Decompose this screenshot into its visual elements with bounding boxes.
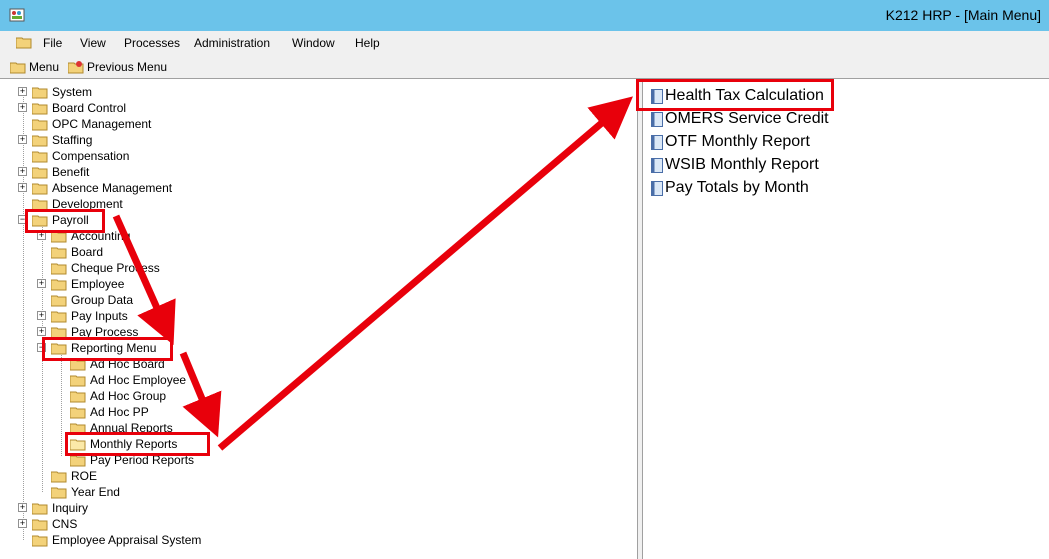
report-item-omers-service-credit[interactable]: OMERS Service Credit [651, 108, 829, 130]
document-icon [651, 157, 663, 173]
folder-icon [32, 119, 48, 130]
tree-item-opc-management[interactable]: OPC Management [18, 116, 151, 132]
tree-item-absence-management[interactable]: + Absence Management [18, 180, 172, 196]
document-icon [651, 180, 663, 196]
report-item-pay-totals-by-month[interactable]: Pay Totals by Month [651, 177, 809, 199]
toolbar: Menu Previous Menu [0, 55, 1049, 79]
folder-icon [51, 311, 67, 322]
folder-icon [32, 167, 48, 178]
tree-item-ad-hoc-pp[interactable]: Ad Hoc PP [56, 404, 149, 420]
tree-item-employee-appraisal-system[interactable]: Employee Appraisal System [18, 532, 201, 548]
report-item-otf-monthly-report[interactable]: OTF Monthly Report [651, 131, 810, 153]
tree-item-roe[interactable]: ROE [37, 468, 97, 484]
menu-view[interactable]: View [80, 36, 106, 50]
expand-icon[interactable]: + [18, 87, 27, 96]
highlight-payroll [25, 209, 105, 233]
menu-button-label: Menu [29, 60, 60, 74]
expand-icon[interactable]: + [18, 183, 27, 192]
menu-administration[interactable]: Administration [194, 36, 270, 50]
folder-icon [51, 263, 67, 274]
document-icon [651, 111, 663, 127]
previous-folder-icon [68, 61, 84, 74]
folder-icon[interactable] [16, 36, 32, 49]
title-bar: K212 HRP - [Main Menu] [0, 0, 1049, 31]
folder-icon [70, 407, 86, 418]
expand-icon[interactable]: + [18, 135, 27, 144]
highlight-health-tax-calculation [636, 79, 834, 111]
folder-icon [32, 519, 48, 530]
tree-item-benefit[interactable]: + Benefit [18, 164, 89, 180]
expand-icon[interactable]: + [18, 103, 27, 112]
tree-item-employee[interactable]: + Employee [37, 276, 124, 292]
tree-item-system[interactable]: + System [18, 84, 92, 100]
expand-icon[interactable]: + [37, 279, 46, 288]
previous-menu-button-label: Previous Menu [87, 60, 168, 74]
folder-icon [32, 183, 48, 194]
previous-menu-button[interactable]: Previous Menu [68, 59, 167, 75]
folder-icon [10, 62, 26, 73]
tree-item-board-control[interactable]: + Board Control [18, 100, 126, 116]
menu-help[interactable]: Help [355, 36, 380, 50]
tree-item-ad-hoc-employee[interactable]: Ad Hoc Employee [56, 372, 186, 388]
reports-list: Health Tax Calculation OMERS Service Cre… [643, 80, 1049, 559]
folder-icon [51, 471, 67, 482]
folder-icon [32, 103, 48, 114]
window-title: K212 HRP - [Main Menu] [885, 7, 1041, 23]
tree-item-cheque-process[interactable]: Cheque Process [37, 260, 160, 276]
tree-item-ad-hoc-group[interactable]: Ad Hoc Group [56, 388, 166, 404]
folder-icon [70, 375, 86, 386]
expand-icon[interactable]: + [37, 327, 46, 336]
highlight-reporting-menu [42, 337, 173, 361]
menu-file[interactable]: File [43, 36, 62, 50]
expand-icon[interactable]: + [37, 311, 46, 320]
folder-icon [32, 151, 48, 162]
expand-icon[interactable]: + [18, 519, 27, 528]
menu-processes[interactable]: Processes [124, 36, 180, 50]
highlight-monthly-reports [65, 432, 210, 456]
tree-item-compensation[interactable]: Compensation [18, 148, 129, 164]
folder-icon [70, 391, 86, 402]
folder-icon [51, 487, 67, 498]
menu-bar: File View Processes Administration Windo… [0, 31, 1049, 55]
menu-window[interactable]: Window [292, 36, 335, 50]
folder-icon [32, 535, 48, 546]
folder-icon [32, 503, 48, 514]
document-icon [651, 134, 663, 150]
tree-item-inquiry[interactable]: + Inquiry [18, 500, 88, 516]
expand-icon[interactable]: + [18, 167, 27, 176]
tree-item-group-data[interactable]: Group Data [37, 292, 133, 308]
report-item-wsib-monthly-report[interactable]: WSIB Monthly Report [651, 154, 819, 176]
tree-item-board[interactable]: Board [37, 244, 103, 260]
tree-item-staffing[interactable]: + Staffing [18, 132, 92, 148]
app-icon [9, 8, 25, 22]
tree-item-pay-inputs[interactable]: + Pay Inputs [37, 308, 128, 324]
folder-icon [51, 279, 67, 290]
tree-item-year-end[interactable]: Year End [37, 484, 120, 500]
expand-icon[interactable]: + [18, 503, 27, 512]
menu-button[interactable]: Menu [10, 59, 59, 75]
folder-icon [32, 135, 48, 146]
folder-icon [51, 247, 67, 258]
tree-item-cns[interactable]: + CNS [18, 516, 77, 532]
folder-icon [32, 87, 48, 98]
menu-tree: + System + Board Control OPC Management … [0, 80, 638, 559]
folder-icon [51, 295, 67, 306]
